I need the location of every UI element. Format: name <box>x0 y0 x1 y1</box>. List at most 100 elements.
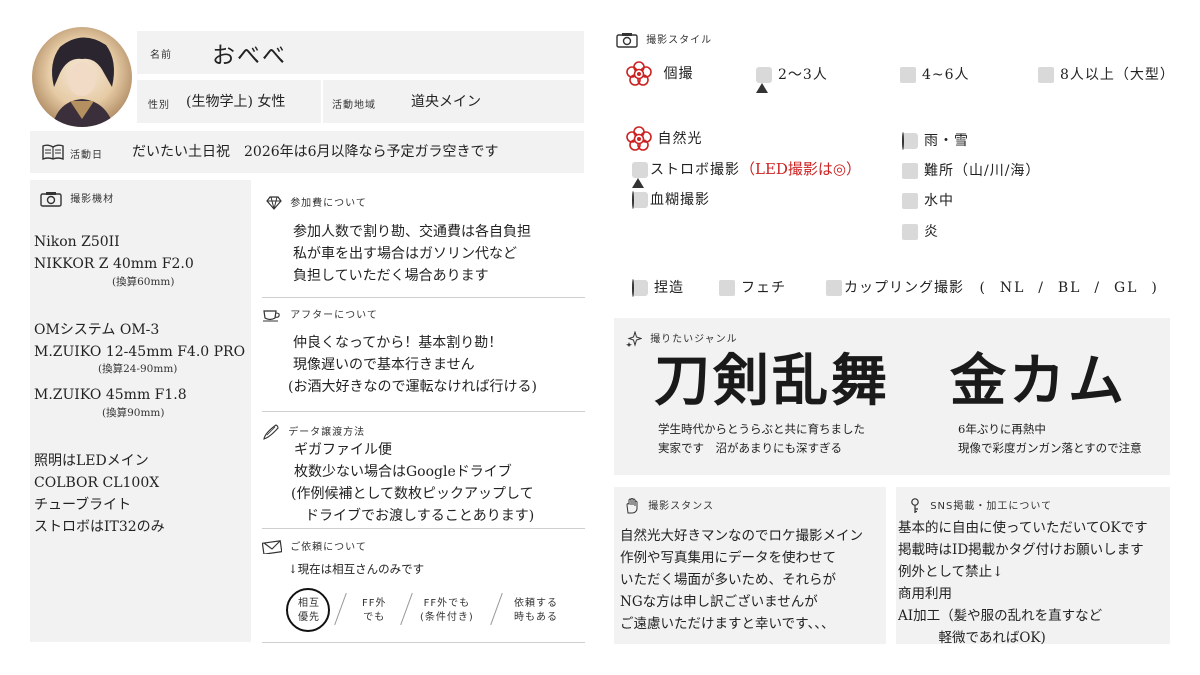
style-option-label: 炎 <box>924 224 939 240</box>
name-row <box>137 31 584 74</box>
equip-line: チューブライト <box>34 497 132 513</box>
style-option-blood: 血糊撮影 <box>632 189 710 209</box>
request-option: 依頼する 時もある <box>514 598 558 623</box>
style-option-coupling: カップリング撮影 ( NL / BL / GL ) <box>826 277 1159 297</box>
equipment-header: 撮影機材 <box>40 190 114 207</box>
style-option-label: 血糊撮影 <box>650 192 710 208</box>
style-option-difficult-places: 難所（山/川/海） <box>902 160 1040 180</box>
sns-line: 例外として禁止↓ <box>898 564 1004 580</box>
hand-icon <box>626 497 638 514</box>
camera-icon <box>616 33 638 48</box>
avatar <box>32 27 132 127</box>
envelope-icon <box>261 540 283 555</box>
after-title: アフターについて <box>290 310 378 321</box>
style-option-label: 雨・雪 <box>924 133 969 149</box>
genre-desc: 現像で彩度ガンガン落とすので注意 <box>958 441 1142 455</box>
genre-desc: 6年ぶりに再熱中 <box>958 422 1046 436</box>
empty-mark-icon <box>902 163 918 179</box>
empty-mark-icon <box>1038 67 1054 83</box>
sns-line: 基本的に自由に使っていただいてOKです <box>898 520 1148 536</box>
circle-mark-icon <box>632 280 648 296</box>
empty-mark-icon <box>902 224 918 240</box>
style-header: 撮影スタイル <box>616 31 712 48</box>
style-option-label: 個撮 <box>663 66 694 82</box>
delivery-title: データ譲渡方法 <box>288 427 366 438</box>
equip-line: Nikon Z50II <box>34 234 120 250</box>
fee-line: 私が車を出す場合はガソリン代など <box>293 246 517 262</box>
style-option-label: フェチ <box>741 280 786 296</box>
style-option-label: カップリング撮影 <box>844 280 964 296</box>
style-option-fabrication: 捏造 <box>632 277 684 297</box>
empty-mark-icon <box>902 193 918 209</box>
stance-title: 撮影スタンス <box>648 501 714 512</box>
delivery-line: ドライブでお渡しすることあります) <box>291 508 535 524</box>
stance-line: 作例や写真集用にデータを使わせて <box>620 550 836 566</box>
area-value: 道央メイン <box>411 94 481 110</box>
genre-desc: 実家です 沼があまりにも深すぎる <box>658 441 842 455</box>
request-options: 相互 優先 FF外 でも FF外でも (条件付き) 依頼する 時もある <box>284 588 584 636</box>
style-option-solo: 個撮 <box>626 61 693 87</box>
style-option-label: ストロボ撮影 <box>650 162 740 178</box>
triangle-mark-icon <box>756 67 772 83</box>
equip-line: COLBOR CL100X <box>34 475 160 491</box>
style-option-label: 4~6人 <box>922 67 970 83</box>
gender-label: 性別 <box>148 100 170 111</box>
triangle-mark-icon <box>632 162 648 178</box>
equip-line: ストロボはIT32のみ <box>34 519 165 535</box>
fee-line: 負担していただく場合あります <box>293 268 489 284</box>
sns-line: 掲載時はID掲載かタグ付けお願いします <box>898 542 1144 558</box>
divider <box>262 642 585 643</box>
delivery-line: 枚数少ない場合はGoogleドライブ <box>294 464 512 480</box>
request-option: 相互 優先 <box>298 598 320 623</box>
separator <box>400 592 413 626</box>
style-option-small-group: 2〜3人 <box>756 64 828 84</box>
stance-line: いただく場面が多いため、それらが <box>620 572 836 588</box>
style-option-rain-snow: 雨・雪 <box>902 130 969 150</box>
style-option-label: 難所（山/川/海） <box>924 163 1041 179</box>
equip-line: 照明はLEDメイン <box>34 453 149 469</box>
area-label: 活動地域 <box>332 100 376 111</box>
pen-icon <box>263 424 279 440</box>
request-note: ↓現在は相互さんのみです <box>288 562 425 576</box>
request-title: ご依頼について <box>290 542 367 553</box>
style-option-natural-light: 自然光 <box>626 126 702 152</box>
delivery-line: (作例候補として数枚ピックアップして <box>291 486 534 502</box>
flower-mark-icon <box>626 126 652 151</box>
stance-line: ご遠慮いただけますと幸いです、、、 <box>620 616 835 632</box>
style-option-label: 8人以上（大型） <box>1060 67 1175 83</box>
sns-line: 軽微であればOK) <box>898 630 1046 646</box>
equip-line: M.ZUIKO 45mm F1.8 <box>34 387 187 403</box>
days-label: 活動日 <box>70 150 103 161</box>
empty-mark-icon <box>900 67 916 83</box>
fee-header: 参加費について <box>266 194 367 210</box>
sns-line: 商用利用 <box>898 586 952 602</box>
after-line: 現像遅いので基本行きません <box>293 357 475 373</box>
divider <box>262 411 585 412</box>
style-option-label: 自然光 <box>657 131 703 147</box>
equip-line: M.ZUIKO 12-45mm F4.0 PRO <box>34 344 246 360</box>
equip-note: (換算60mm) <box>112 276 175 288</box>
genre-title: 撮りたいジャンル <box>650 334 738 345</box>
style-option-fetish: フェチ <box>719 277 786 297</box>
separator <box>490 592 503 626</box>
style-option-fire: 炎 <box>902 221 939 241</box>
style-option-label: 2〜3人 <box>778 67 828 83</box>
equip-line: NIKKOR Z 40mm F2.0 <box>34 256 194 272</box>
genre-name: 金カム <box>950 348 1127 414</box>
equip-note: (換算90mm) <box>102 407 165 419</box>
camera-icon <box>40 192 62 207</box>
sns-line: AI加工（髪や服の乱れを直すなど <box>898 608 1103 624</box>
sparkle-icon <box>626 330 643 347</box>
divider <box>262 528 585 529</box>
gender-value: (生物学上) 女性 <box>186 94 286 110</box>
request-option: FF外 でも <box>362 598 387 623</box>
style-title: 撮影スタイル <box>646 35 713 46</box>
led-note: （LED撮影は◎） <box>740 160 862 178</box>
empty-mark-icon <box>719 280 735 296</box>
fee-title: 参加費について <box>290 198 367 209</box>
request-header: ご依頼について <box>261 538 367 555</box>
coupling-options: ( NL / BL / GL ) <box>979 280 1159 296</box>
circle-mark-icon <box>902 133 918 149</box>
genre-name: 刀剣乱舞 <box>654 348 890 414</box>
style-option-underwater: 水中 <box>902 190 954 210</box>
